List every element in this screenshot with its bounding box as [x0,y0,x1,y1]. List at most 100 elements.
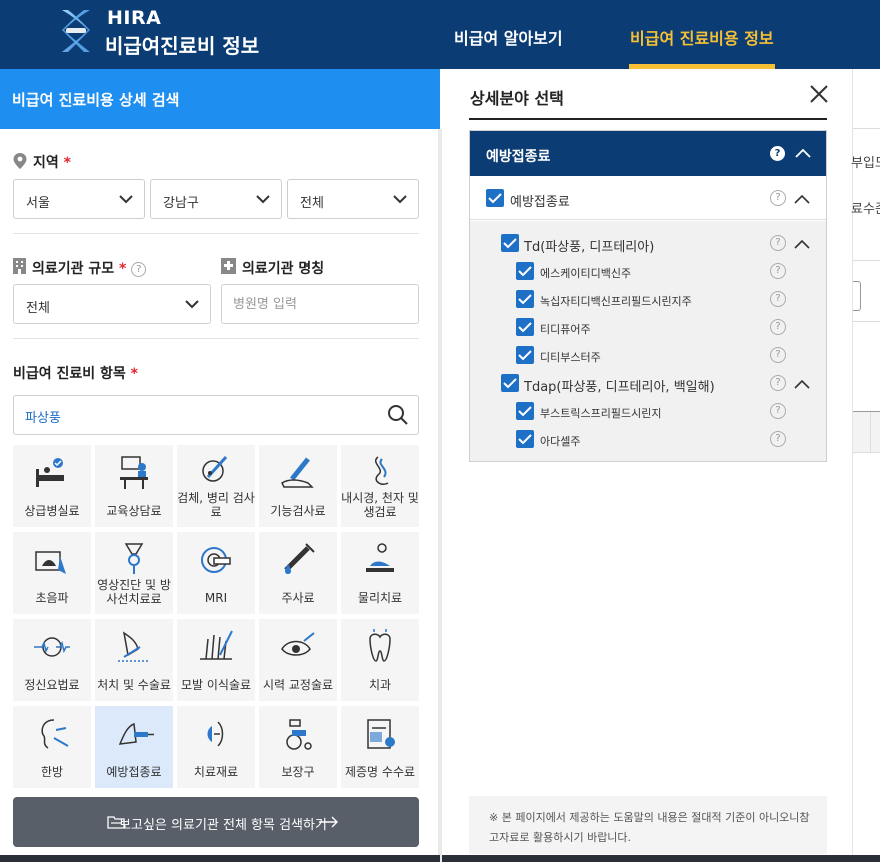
tree-subgroup-label: Td(파상풍, 디프테리아) [524,240,655,255]
check-icon [503,238,517,249]
region-city-select[interactable]: 서울 [13,179,145,219]
folder-icon [107,816,125,829]
chevron-down-icon [119,195,133,204]
search-panel-titlebar: 비급여 진료비용 상세 검색 [0,69,440,129]
acupuncture-icon [41,719,69,749]
item-search-input[interactable]: 파상풍 [13,395,419,435]
category-tile-hair[interactable]: 모발 이식술료 [177,619,255,701]
category-label: 초음파 [35,591,69,605]
category-tile-oriental[interactable]: 한방 [13,706,91,788]
search-panel-title: 비급여 진료비용 상세 검색 [12,91,180,109]
help-icon[interactable]: ? [770,319,786,335]
divider [853,128,880,129]
checkbox-item[interactable] [516,318,534,336]
check-icon [488,193,502,204]
help-icon[interactable]: ? [770,146,785,161]
category-tile-pathology[interactable]: 검체, 병리 검사료 [177,445,255,527]
category-label: 내시경, 천자 및 생검료 [341,491,419,519]
category-label: MRI [204,591,228,605]
chevron-up-icon[interactable] [795,147,811,159]
tree-subgroup-label: Tdap(파상풍, 디프테리아, 백일해) [524,380,715,395]
tree-item-label: 녹십자티디백신프리필드시린지주 [540,295,692,308]
category-tile-room[interactable]: 상급병실료 [13,445,91,527]
physical-therapy-icon [366,543,394,572]
background-page [853,69,880,862]
help-icon[interactable]: ? [770,347,786,363]
checkbox-tdap[interactable] [501,374,519,392]
category-tile-ultrasound[interactable]: 초음파 [13,532,91,614]
check-icon [518,434,532,445]
category-tile-psych[interactable]: 정신요법료 [13,619,91,701]
region-label-text: 지역 [33,155,59,171]
category-tile-dental[interactable]: 치과 [341,619,419,701]
tree-item-label: 부스트릭스프리필드시린지 [540,407,662,420]
scale-select[interactable]: 전체 [13,284,211,324]
check-icon [518,266,532,277]
category-tile-assistive[interactable]: 보장구 [259,706,337,788]
chevron-up-icon[interactable] [794,193,810,205]
chevron-up-icon[interactable] [794,238,810,250]
nav-noncovered-cost[interactable]: 비급여 진료비용 정보 [630,25,774,49]
region-district-value: 강남구 [163,196,199,211]
help-icon[interactable]: ? [770,263,786,279]
help-icon[interactable]: ? [770,235,786,251]
category-tile-radiology[interactable]: 영상진단 및 방사선치료료 [95,532,173,614]
category-label: 치료재료 [193,765,239,779]
category-tile-eye[interactable]: 시력 교정술료 [259,619,337,701]
region-dong-select[interactable]: 전체 [287,179,419,219]
hira-logo-icon[interactable] [58,8,94,54]
help-icon[interactable]: ? [770,291,786,307]
close-icon[interactable] [808,83,830,105]
category-label: 보장구 [281,765,315,779]
checkbox-item[interactable] [516,290,534,308]
help-icon[interactable]: ? [131,261,147,277]
check-icon [503,378,517,389]
checkbox-item[interactable] [516,262,534,280]
help-icon[interactable]: ? [770,375,786,391]
search-icon[interactable] [387,404,409,426]
ultrasound-icon [35,551,66,574]
certificate-icon [367,719,395,749]
endoscope-icon [375,456,389,486]
category-tile-physio[interactable]: 물리치료 [341,532,419,614]
region-district-select[interactable]: 강남구 [150,179,282,219]
tree-item-label: 티디퓨어주 [540,323,591,336]
chevron-up-icon[interactable] [794,378,810,390]
category-tile-counsel[interactable]: 교육상담료 [95,445,173,527]
category-tile-mri[interactable]: MRI [177,532,255,614]
hospital-name-input[interactable] [221,284,419,324]
search-all-button[interactable]: 보고싶은 의료기관 전체 항목 검색하기 [13,797,419,847]
checkbox-item[interactable] [516,402,534,420]
brain-icon [34,637,70,657]
checkbox-level1[interactable] [486,189,504,207]
category-tile-surgery[interactable]: 처치 및 수술료 [95,619,173,701]
chevron-down-icon [256,195,270,204]
background-control [853,281,861,311]
pathology-icon [202,455,228,482]
help-icon[interactable]: ? [770,431,786,447]
checkbox-item[interactable] [516,430,534,448]
tree-group-header[interactable]: 예방접종료 ? [470,131,826,176]
name-label: 의료기관 명칭 [242,261,325,277]
search-all-label: 보고싶은 의료기관 전체 항목 검색하기 [119,818,327,833]
checkbox-td[interactable] [501,234,519,252]
category-label: 시력 교정술료 [262,678,334,692]
category-tile-vaccination[interactable]: 예방접종료 [95,706,173,788]
category-tile-material[interactable]: 치료재료 [177,706,255,788]
tree-item-label: 에스케이티디백신주 [540,267,632,280]
category-tile-function[interactable]: 기능검사료 [259,445,337,527]
tree-item-label: 디티부스터주 [540,351,601,364]
checkbox-item[interactable] [516,346,534,364]
required-mark: * [119,261,127,277]
category-tile-injection[interactable]: 주사료 [259,532,337,614]
category-label: 기능검사료 [270,504,326,518]
help-icon[interactable]: ? [770,190,786,206]
background-text: 부입도 [851,156,880,171]
tree-level1-label: 예방접종료 [510,195,570,210]
nav-noncovered-info[interactable]: 비급여 알아보기 [454,25,563,49]
scale-value: 전체 [26,301,50,316]
chevron-down-icon [185,300,199,309]
category-tile-certificate[interactable]: 제증명 수수료 [341,706,419,788]
help-icon[interactable]: ? [770,403,786,419]
category-tile-endoscope[interactable]: 내시경, 천자 및 생검료 [341,445,419,527]
